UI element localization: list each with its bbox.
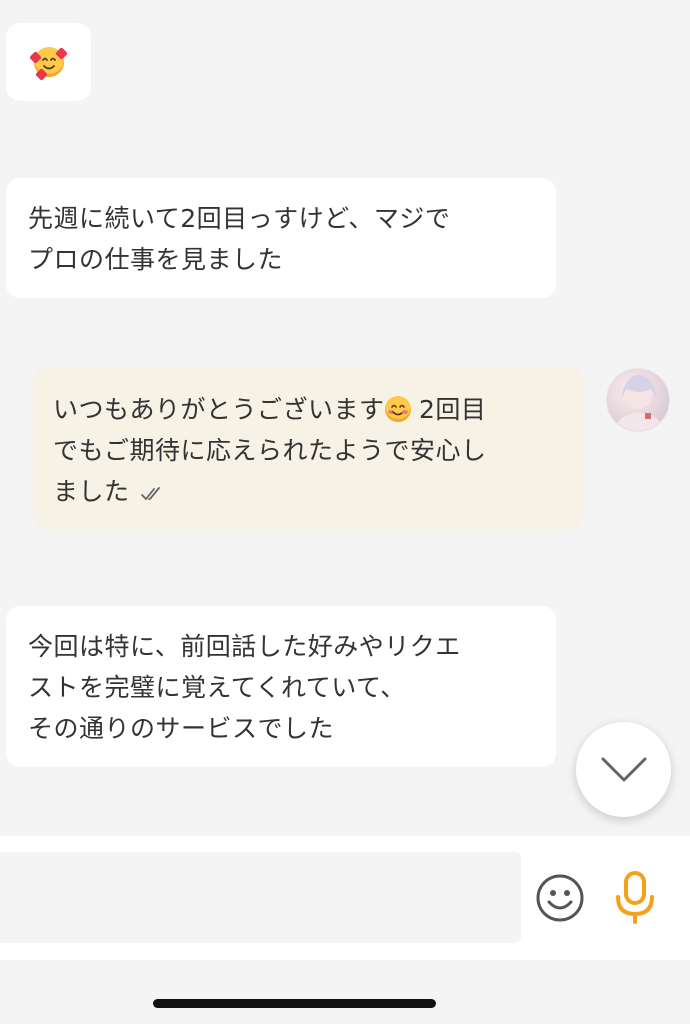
emoji-picker-button[interactable] bbox=[535, 873, 585, 923]
message-text-line: ました bbox=[53, 471, 563, 514]
incoming-message[interactable]: 今回は特に、前回話した好みやリクエ ストを完璧に覚えてくれていて、 その通りのサ… bbox=[6, 606, 556, 767]
smiling-face-with-hearts-icon bbox=[28, 47, 68, 81]
message-text-line: ストを完璧に覚えてくれていて、 bbox=[28, 673, 406, 702]
message-text-line: 今回は特に、前回話した好みやリクエ bbox=[28, 632, 461, 661]
message-text-line: その通りのサービスでした bbox=[28, 714, 335, 743]
microphone-icon bbox=[616, 871, 654, 924]
chat-message-list[interactable]: 先週に続いて2回目っすけど、マジで プロの仕事を見ました いつもありがとうござい… bbox=[0, 0, 690, 836]
voice-input-button[interactable] bbox=[612, 870, 658, 926]
smiley-icon bbox=[536, 874, 584, 922]
double-check-icon bbox=[140, 473, 166, 514]
outgoing-message[interactable]: いつもありがとうございます 2回目 でもご期待に応えられたようで安心し ました bbox=[33, 367, 583, 529]
system-bottom-area bbox=[0, 960, 690, 1024]
scroll-to-bottom-button[interactable] bbox=[576, 722, 671, 817]
avatar[interactable] bbox=[606, 368, 670, 432]
message-text-line: 先週に続いて2回目っすけど、マジで bbox=[28, 204, 451, 233]
message-text-line: いつもありがとうございます 2回目 bbox=[53, 395, 487, 424]
home-indicator[interactable] bbox=[153, 999, 436, 1008]
message-composer bbox=[0, 836, 690, 960]
incoming-message[interactable]: 先週に続いて2回目っすけど、マジで プロの仕事を見ました bbox=[6, 178, 556, 298]
chevron-down-icon bbox=[601, 757, 646, 781]
message-text-line: でもご期待に応えられたようで安心し bbox=[53, 436, 487, 465]
message-text-line: プロの仕事を見ました bbox=[28, 245, 284, 274]
incoming-message-emoji[interactable] bbox=[6, 23, 91, 101]
message-input[interactable] bbox=[0, 852, 521, 943]
smiling-face-icon bbox=[384, 396, 411, 422]
